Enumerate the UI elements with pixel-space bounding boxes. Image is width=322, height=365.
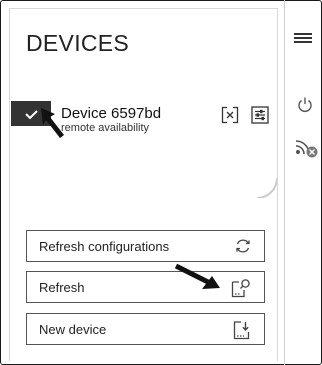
- refresh-configurations-label: Refresh configurations: [39, 239, 170, 254]
- page-title: DEVICES: [26, 30, 130, 56]
- list-separator: [9, 177, 277, 198]
- new-device-label: New device: [39, 322, 107, 337]
- power-icon[interactable]: [296, 96, 314, 114]
- new-device-button[interactable]: New device: [26, 313, 265, 345]
- arrow-cursor-icon: [174, 263, 220, 289]
- sync-icon: [236, 239, 250, 253]
- search-document-icon: [231, 279, 250, 298]
- refresh-button[interactable]: Refresh: [26, 271, 265, 303]
- unlink-icon[interactable]: [221, 106, 239, 124]
- add-document-icon: [233, 321, 250, 340]
- menu-icon[interactable]: [294, 33, 312, 47]
- refresh-configurations-button[interactable]: Refresh configurations: [26, 230, 265, 262]
- refresh-label: Refresh: [39, 280, 85, 295]
- settings-sliders-icon[interactable]: [251, 106, 269, 124]
- side-rail-divider: [284, 0, 285, 365]
- offline-icon[interactable]: [295, 137, 319, 159]
- arrow-cursor-icon: [41, 108, 64, 138]
